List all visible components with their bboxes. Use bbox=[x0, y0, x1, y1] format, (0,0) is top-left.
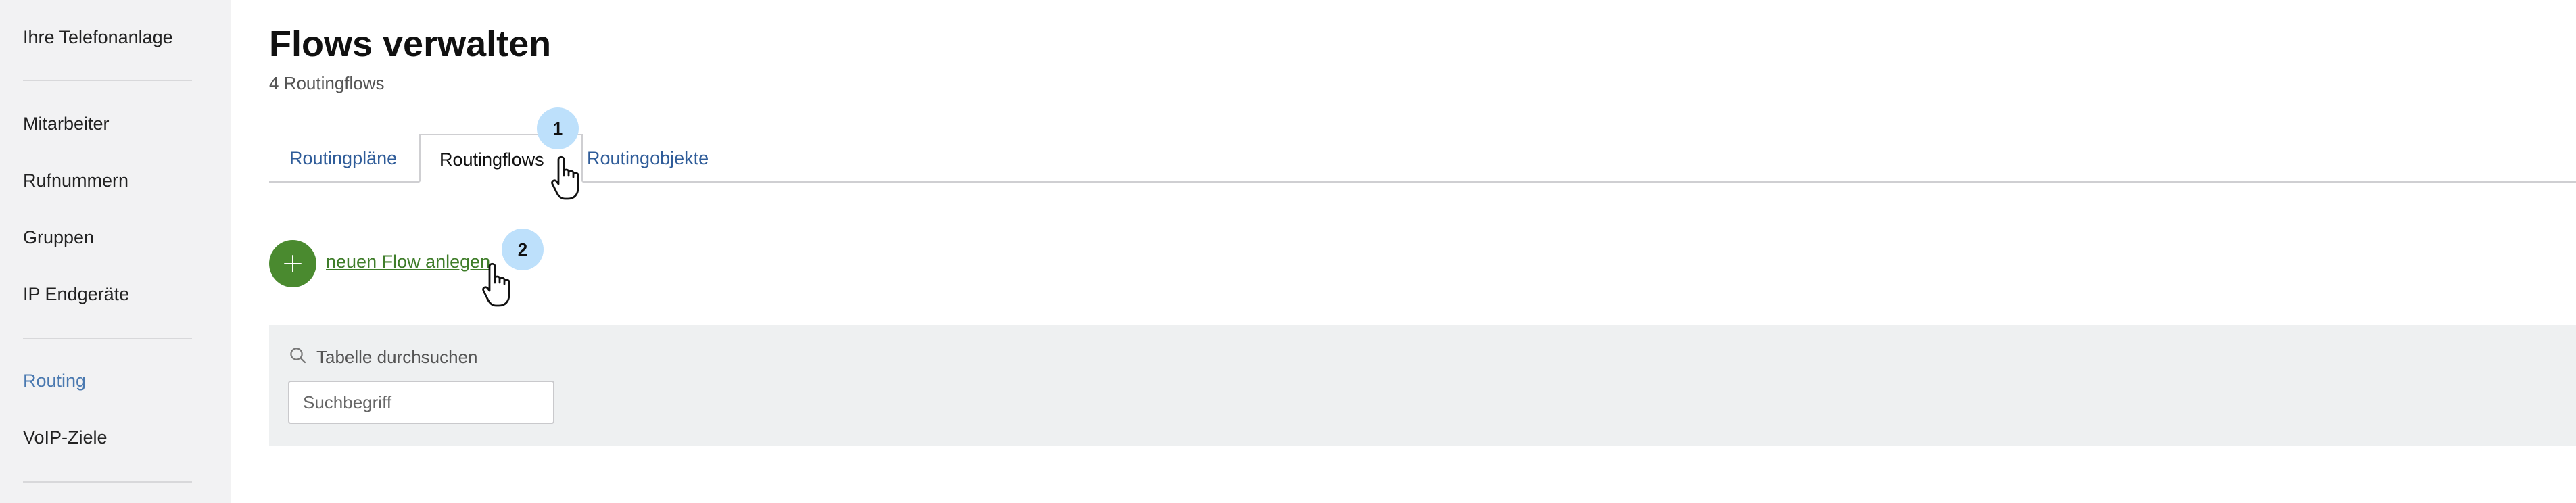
sidebar-item-rufnummern[interactable]: Rufnummern bbox=[23, 170, 128, 191]
search-input[interactable] bbox=[288, 381, 554, 424]
add-flow-link[interactable]: neuen Flow anlegen bbox=[326, 251, 490, 272]
hand-pointer-icon bbox=[551, 155, 579, 200]
search-icon bbox=[290, 348, 306, 364]
sidebar: Ihre Telefonanlage Mitarbeiter Rufnummer… bbox=[0, 0, 231, 503]
tab-routingobjekte[interactable]: Routingobjekte bbox=[587, 134, 709, 183]
step-badge-1: 1 bbox=[537, 107, 579, 149]
sidebar-divider bbox=[23, 80, 192, 81]
sidebar-divider bbox=[23, 338, 192, 339]
sidebar-item-gruppen[interactable]: Gruppen bbox=[23, 227, 94, 248]
sidebar-item-mitarbeiter[interactable]: Mitarbeiter bbox=[23, 114, 110, 135]
sidebar-item-ihre-telefonanlage[interactable]: Ihre Telefonanlage bbox=[23, 27, 173, 48]
search-label: Tabelle durchsuchen bbox=[316, 347, 478, 367]
page-subtitle: 4 Routingflows bbox=[269, 73, 385, 93]
sidebar-divider bbox=[23, 481, 192, 483]
main-content: Flows verwalten 4 Routingflows Routingpl… bbox=[231, 0, 2576, 503]
sidebar-item-routing[interactable]: Routing bbox=[23, 370, 86, 391]
tab-routingplaene[interactable]: Routingpläne bbox=[289, 134, 397, 183]
search-panel: Tabelle durchsuchen bbox=[269, 325, 2576, 446]
hand-pointer-icon bbox=[482, 262, 510, 307]
sidebar-item-ip-endgeraete[interactable]: IP Endgeräte bbox=[23, 284, 129, 305]
page-title: Flows verwalten bbox=[269, 24, 552, 64]
sidebar-item-voip-ziele[interactable]: VoIP-Ziele bbox=[23, 427, 108, 448]
add-flow-button[interactable] bbox=[269, 240, 316, 287]
